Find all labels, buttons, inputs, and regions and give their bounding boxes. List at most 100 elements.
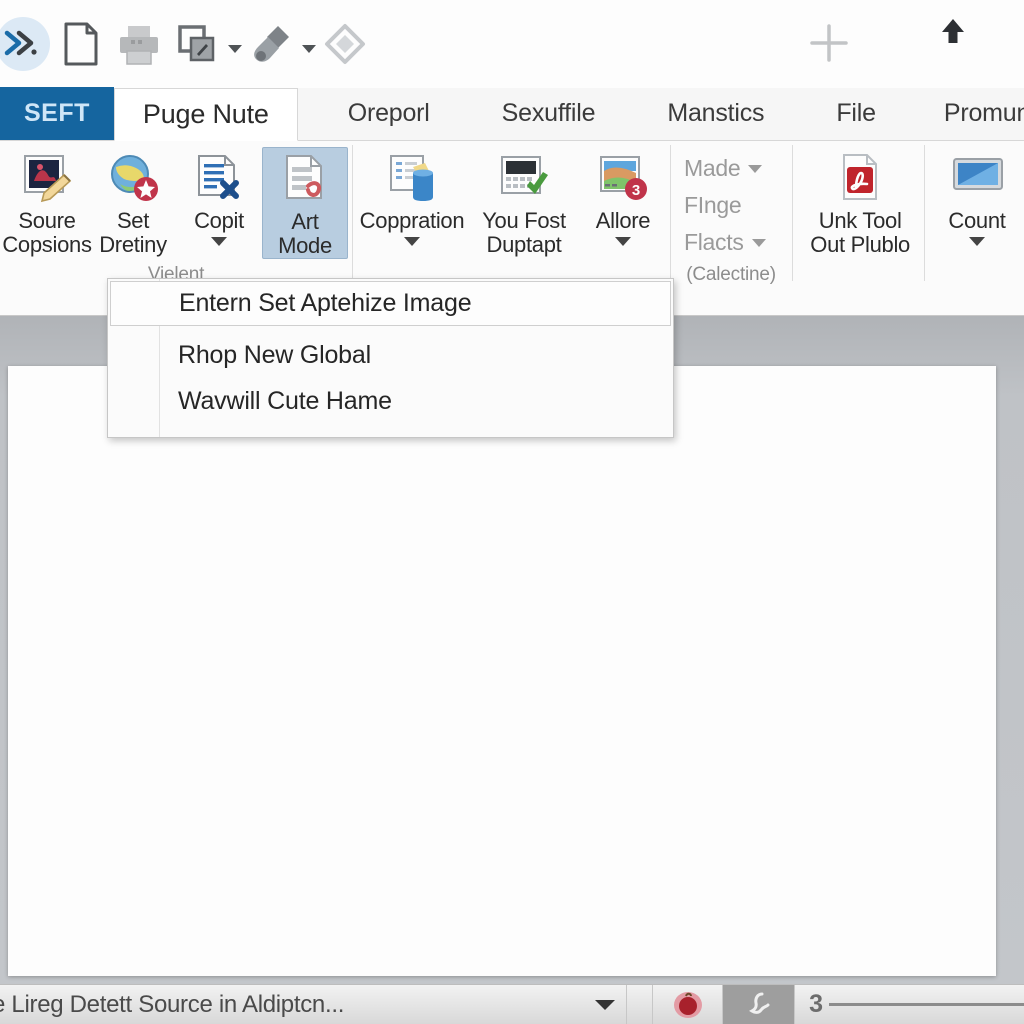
collapse-ribbon-button[interactable] <box>930 10 976 56</box>
ribbon-small-item-label: Made <box>684 155 741 181</box>
document-icon <box>64 22 98 66</box>
palette-badge-icon: 3 <box>596 153 650 205</box>
globe-star-icon <box>106 153 160 205</box>
chevron-down-icon[interactable] <box>751 238 766 247</box>
ribbon-button-count[interactable]: Count <box>934 147 1020 246</box>
ribbon-button-set-dretiny[interactable]: Set Dretiny <box>90 147 176 257</box>
ribbon-group-vielent: Soure Copsions Set Dretiny Copit Art Mod… <box>0 141 352 288</box>
status-bar-dropdown-button[interactable] <box>584 985 626 1024</box>
print-button[interactable] <box>110 15 168 73</box>
ribbon-small-items: Made FInge Flacts <box>674 147 776 256</box>
dropdown-item-label: Entern Set Aptehize Image <box>179 289 472 317</box>
ribbon-button-caret-icon[interactable] <box>211 236 227 246</box>
status-bar-text: e Lireg Detett Source in Aldiptcn... <box>0 990 345 1018</box>
zoom-slider-track[interactable] <box>829 1003 1024 1006</box>
ribbon-button-copit[interactable]: Copit <box>176 147 262 246</box>
new-document-button[interactable] <box>52 15 110 73</box>
ribbon-button-label-line1: Coppration <box>359 208 465 233</box>
ribbon-button-caret-icon[interactable] <box>969 236 985 246</box>
ribbon-group-label-calectine: (Calectine) <box>686 264 776 285</box>
tab-seft[interactable]: SEFT <box>0 87 114 140</box>
tag-button[interactable] <box>316 15 374 73</box>
ribbon-button-label-line1: Allore <box>595 208 651 233</box>
application-window: SEFT Puge Nute Oreporl Sexuffile Manstic… <box>0 0 1024 1024</box>
ribbon-small-item-label: Flacts <box>684 229 744 255</box>
ribbon-button-label-line1: You Fost <box>482 208 566 233</box>
red-circle-icon <box>673 991 702 1018</box>
ribbon-button-soure-copsions[interactable]: Soure Copsions <box>2 147 92 257</box>
zoom-control[interactable]: 3 <box>794 984 1024 1024</box>
tab-promunt[interactable]: Promunt <box>922 87 1024 140</box>
status-bar: e Lireg Detett Source in Aldiptcn... 3 <box>0 984 1024 1024</box>
ribbon-button-label-line1: Art <box>291 209 319 234</box>
copy-edit-button[interactable] <box>168 15 226 73</box>
ribbon-group-two: Coppration You Fost Duptapt 3 Allore <box>352 141 670 288</box>
screen-check-icon <box>497 153 551 205</box>
context-dropdown-menu: Entern Set Aptehize Image Rhop New Globa… <box>107 278 674 438</box>
ribbon-button-label-line2: Dretiny <box>99 231 167 257</box>
chevron-down-icon <box>595 999 616 1010</box>
zoom-level-label: 3 <box>809 990 823 1018</box>
pdf-icon <box>833 153 887 205</box>
ribbon-button-label-line1: Count <box>948 208 1006 233</box>
arrow-up-icon <box>942 19 964 43</box>
ribbon-small-item-made[interactable]: Made <box>684 155 766 182</box>
format-painter-caret-icon[interactable] <box>302 45 316 53</box>
tab-oreporl[interactable]: Oreporl <box>326 87 452 140</box>
ribbon-small-item-finge[interactable]: FInge <box>684 192 766 219</box>
printer-icon <box>120 26 158 65</box>
chevrons-right-icon <box>4 30 37 56</box>
paintbrush-icon <box>254 26 289 62</box>
status-bar-edit-mode-button[interactable] <box>722 984 795 1024</box>
dropdown-item-entern-set-aptehize-image[interactable]: Entern Set Aptehize Image <box>110 281 671 326</box>
status-bar-red-badge-button[interactable] <box>652 984 722 1024</box>
ribbon-tab-strip: SEFT Puge Nute Oreporl Sexuffile Manstic… <box>0 87 1024 141</box>
svg-text:3: 3 <box>632 182 640 199</box>
page-edit-icon <box>278 154 332 206</box>
dropdown-item-label: Wavwill Cute Hame <box>178 386 392 415</box>
monitor-icon <box>950 153 1004 205</box>
ribbon-group-pdf: Unk Tool Out Plublo <box>792 141 924 288</box>
format-painter-button[interactable] <box>242 15 300 73</box>
ribbon-button-coppration[interactable]: Coppration <box>356 147 468 246</box>
ribbon-button-label-line2: Out Plublo <box>810 231 910 257</box>
ribbon-small-item-flacts[interactable]: Flacts <box>684 229 766 256</box>
ribbon-button-label-line1: Copit <box>194 208 244 233</box>
ribbon-button-label-line1: Unk Tool <box>818 208 902 233</box>
add-command-button[interactable] <box>800 14 858 72</box>
status-bar-divider-cell <box>626 984 652 1024</box>
ribbon-button-you-fost-duptapt[interactable]: You Fost Duptapt <box>468 147 580 257</box>
ribbon-button-caret-icon[interactable] <box>404 236 420 246</box>
ribbon-small-item-label: FInge <box>684 192 742 218</box>
app-logo-circle <box>0 17 50 71</box>
plus-icon <box>810 24 848 62</box>
ribbon-group-calectine: Made FInge Flacts (Calectine) <box>670 141 792 288</box>
ribbon-groups: Soure Copsions Set Dretiny Copit Art Mod… <box>0 141 1024 288</box>
ribbon-group-count: Count <box>924 141 1024 288</box>
tab-puge-nute[interactable]: Puge Nute <box>113 88 298 141</box>
app-logo-icon[interactable] <box>0 15 52 73</box>
tag-outline-icon <box>325 24 365 64</box>
tab-file[interactable]: File <box>814 87 897 140</box>
dropdown-item-rhop-new-global[interactable]: Rhop New Global <box>108 332 673 378</box>
ribbon-button-label-line2: Duptapt <box>486 231 562 257</box>
ribbon-button-label-line2: Mode <box>278 232 332 258</box>
document-page[interactable] <box>8 366 996 976</box>
dropdown-item-wavwill-cute-hame[interactable]: Wavwill Cute Hame <box>108 378 673 424</box>
copy-edit-caret-icon[interactable] <box>228 45 242 53</box>
quick-access-toolbar <box>0 0 1024 88</box>
chart-bucket-icon <box>385 153 439 205</box>
copy-edit-icon <box>178 25 215 62</box>
ribbon-button-label-line1: Soure <box>18 208 76 233</box>
chevron-down-icon[interactable] <box>748 164 763 173</box>
dropdown-item-label: Rhop New Global <box>178 340 371 369</box>
ribbon-button-label-line1: Set <box>116 208 150 233</box>
cursor-icon <box>748 992 770 1014</box>
ribbon-button-art-mode[interactable]: Art Mode <box>262 147 348 259</box>
page-x-icon <box>192 153 246 205</box>
ribbon-button-unk-tool-out-plublo[interactable]: Unk Tool Out Plublo <box>804 147 916 257</box>
tab-manstics[interactable]: Manstics <box>645 87 786 140</box>
tab-sexuffile[interactable]: Sexuffile <box>480 87 618 140</box>
ribbon-button-caret-icon[interactable] <box>615 236 631 246</box>
ribbon-button-allore[interactable]: 3 Allore <box>580 147 666 246</box>
